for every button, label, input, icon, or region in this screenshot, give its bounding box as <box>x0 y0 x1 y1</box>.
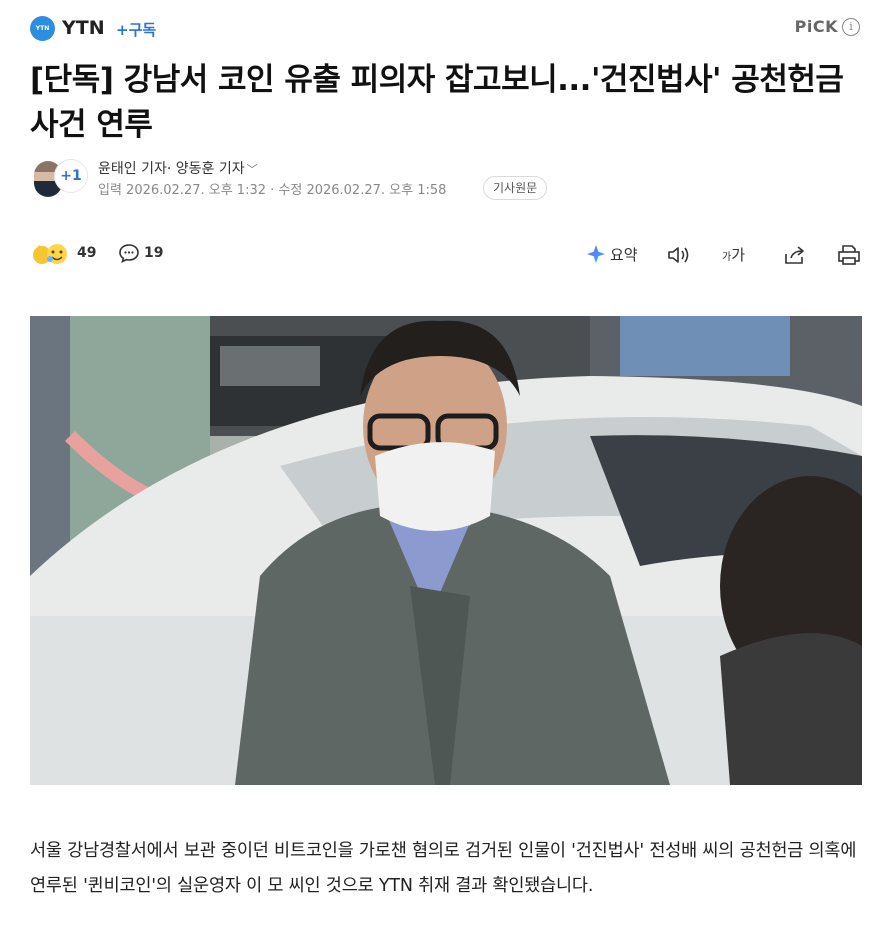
info-icon[interactable]: i <box>842 18 860 36</box>
press-name[interactable]: YTN <box>62 17 105 39</box>
press-header: YTN YTN +구독 PiCK i <box>30 14 860 44</box>
news-photo-illustration <box>30 316 862 785</box>
more-reporters-badge[interactable]: +1 <box>54 159 88 193</box>
reporter-names[interactable]: 윤태인 기자· 양동훈 기자 ﹀ <box>98 158 258 178</box>
article-photo[interactable] <box>30 316 862 785</box>
byline: +1 윤태인 기자· 양동훈 기자 ﹀ 입력 2026.02.27. 오후 1:3… <box>30 158 860 204</box>
reaction-icon[interactable] <box>30 241 70 267</box>
article-title: [단독] 강남서 코인 유출 피의자 잡고보니...'건진법사' 공천헌금 사건… <box>30 62 844 143</box>
chevron-down-icon[interactable]: ﹀ <box>247 161 258 177</box>
reaction-count: 49 <box>77 245 97 261</box>
original-article-button[interactable]: 기사원문 <box>483 176 548 200</box>
press-logo[interactable]: YTN <box>30 16 55 41</box>
comment-icon[interactable] <box>118 243 140 263</box>
font-size-small: 가 <box>722 252 732 263</box>
article-body-text: 서울 강남경찰서에서 보관 중이던 비트코인을 가로챈 혐의로 검거된 인물이 … <box>30 841 857 896</box>
summary-label: 요약 <box>610 246 638 264</box>
font-size-button[interactable]: 가가 <box>722 244 745 265</box>
pick-label: PiCK <box>794 17 838 36</box>
reporter-names-text: 윤태인 기자· 양동훈 기자 <box>98 161 245 177</box>
article-action-bar: 49 19 요약 가가 <box>30 238 860 272</box>
print-icon[interactable] <box>836 243 862 267</box>
audio-icon[interactable] <box>666 243 692 267</box>
subscribe-button[interactable]: +구독 <box>116 19 156 40</box>
font-size-large: 가 <box>731 246 746 264</box>
comment-count: 19 <box>144 245 164 261</box>
article-dates: 입력 2026.02.27. 오후 1:32 · 수정 2026.02.27. … <box>98 183 447 198</box>
sparkle-icon <box>587 245 605 263</box>
share-icon[interactable] <box>782 243 808 267</box>
